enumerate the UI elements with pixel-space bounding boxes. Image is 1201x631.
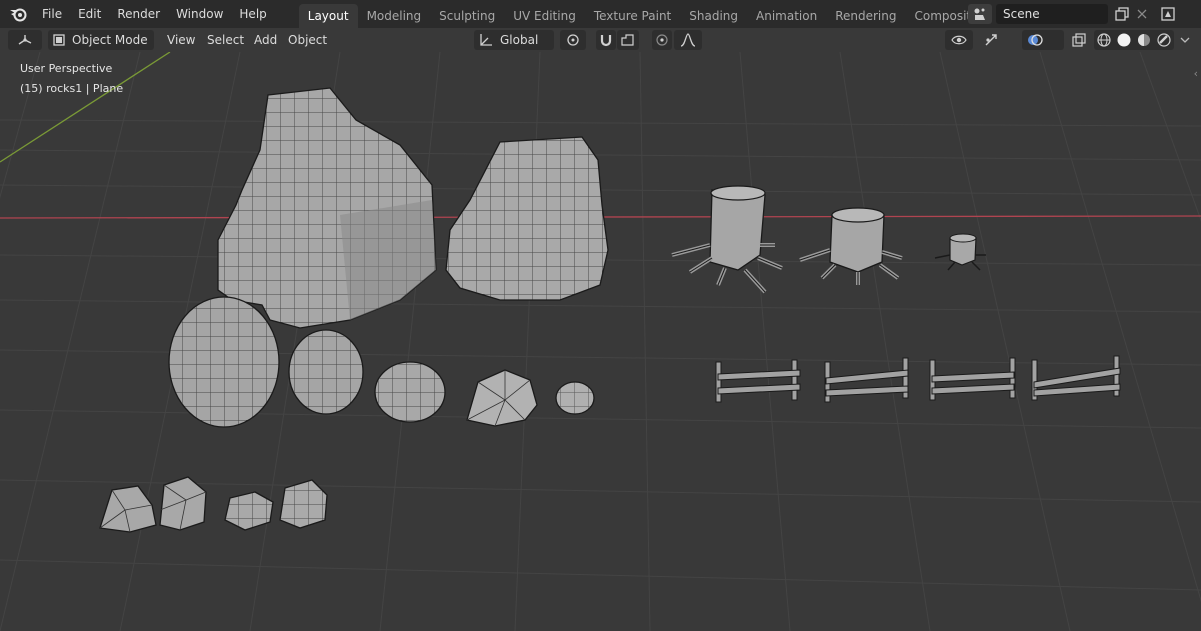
mesh-stump-1 <box>671 185 783 294</box>
pivot-point-icon[interactable] <box>560 30 586 50</box>
solid-shading-icon[interactable] <box>1117 33 1131 47</box>
menu-file[interactable]: File <box>34 0 70 28</box>
chevron-down-icon[interactable] <box>1178 30 1192 50</box>
object-info-label: (15) rocks1 | Plane <box>20 82 124 95</box>
view-layer-icon[interactable] <box>1158 4 1178 24</box>
add-menu[interactable]: Add <box>248 30 283 50</box>
menu-render[interactable]: Render <box>109 0 168 28</box>
scene-selector: Scene <box>968 3 1178 25</box>
object-mode-icon <box>53 34 65 46</box>
proportional-edit-icon[interactable] <box>652 30 672 50</box>
mesh-pebble-3 <box>224 491 274 531</box>
menu-help[interactable]: Help <box>231 0 274 28</box>
material-shading-icon[interactable] <box>1137 33 1151 47</box>
orientation-label: Global <box>500 33 539 47</box>
overlays-icon[interactable] <box>1022 30 1064 50</box>
mesh-rock-large <box>217 87 437 329</box>
perspective-label: User Perspective <box>20 62 113 75</box>
scene-icon[interactable] <box>968 4 992 24</box>
main-menu: File Edit Render Window Help <box>34 0 275 28</box>
wireframe-shading-icon[interactable] <box>1097 33 1111 47</box>
top-bar: File Edit Render Window Help Layout Mode… <box>0 0 1201 28</box>
copy-icon[interactable] <box>1112 4 1132 24</box>
snap-increment-icon[interactable] <box>617 30 639 50</box>
menu-window[interactable]: Window <box>168 0 231 28</box>
mode-dropdown[interactable]: Object Mode <box>48 30 154 50</box>
3d-viewport[interactable]: User Perspective (15) rocks1 | Plane ‹ <box>0 52 1201 631</box>
magnet-icon[interactable] <box>596 30 616 50</box>
blender-logo-icon[interactable] <box>8 4 28 24</box>
viewport-header: Object Mode View Select Add Object Globa… <box>0 28 1201 52</box>
3d-viewport-icon[interactable] <box>8 30 42 50</box>
workspace-tabs: Layout Modeling Sculpting UV Editing Tex… <box>298 0 1070 28</box>
view-menu[interactable]: View <box>161 30 201 50</box>
mesh-boulder-3 <box>374 361 446 423</box>
gizmo-icon[interactable] <box>978 30 1004 50</box>
tab-modeling[interactable]: Modeling <box>358 4 431 28</box>
tab-texture-paint[interactable]: Texture Paint <box>585 4 680 28</box>
xray-icon[interactable] <box>1068 30 1090 50</box>
tab-layout[interactable]: Layout <box>298 4 358 28</box>
mesh-boulder-1 <box>168 296 280 428</box>
scene-name-field[interactable]: Scene <box>996 4 1108 24</box>
shading-modes <box>1094 30 1174 50</box>
mesh-fence-1 <box>715 359 801 403</box>
mesh-fence-2 <box>824 357 909 403</box>
rendered-shading-icon[interactable] <box>1157 33 1171 47</box>
mesh-stump-2 <box>799 207 903 285</box>
mesh-pebble-1 <box>99 485 157 533</box>
menu-edit[interactable]: Edit <box>70 0 109 28</box>
mesh-boulder-5 <box>555 381 595 415</box>
tab-shading[interactable]: Shading <box>680 4 747 28</box>
tab-animation[interactable]: Animation <box>747 4 826 28</box>
mesh-boulder-2 <box>288 329 364 415</box>
eye-icon[interactable] <box>945 30 973 50</box>
falloff-curve-icon[interactable] <box>674 30 702 50</box>
tab-uv-editing[interactable]: UV Editing <box>504 4 585 28</box>
scene-canvas <box>0 52 1201 631</box>
tab-sculpting[interactable]: Sculpting <box>430 4 504 28</box>
mesh-pebble-2 <box>159 476 207 531</box>
object-menu[interactable]: Object <box>282 30 333 50</box>
mesh-boulder-4 <box>466 369 538 427</box>
mesh-fence-3 <box>929 357 1016 401</box>
transform-orientation-icon <box>480 34 492 46</box>
orientation-dropdown[interactable]: Global <box>474 30 554 50</box>
mesh-pebble-4 <box>279 479 328 529</box>
sidebar-toggle-icon[interactable]: ‹ <box>1194 67 1198 80</box>
mesh-stump-3 <box>934 233 986 271</box>
mode-label: Object Mode <box>72 33 148 47</box>
tab-rendering[interactable]: Rendering <box>826 4 905 28</box>
select-menu[interactable]: Select <box>201 30 250 50</box>
close-icon[interactable] <box>1132 4 1152 24</box>
mesh-rock-medium <box>445 136 609 301</box>
